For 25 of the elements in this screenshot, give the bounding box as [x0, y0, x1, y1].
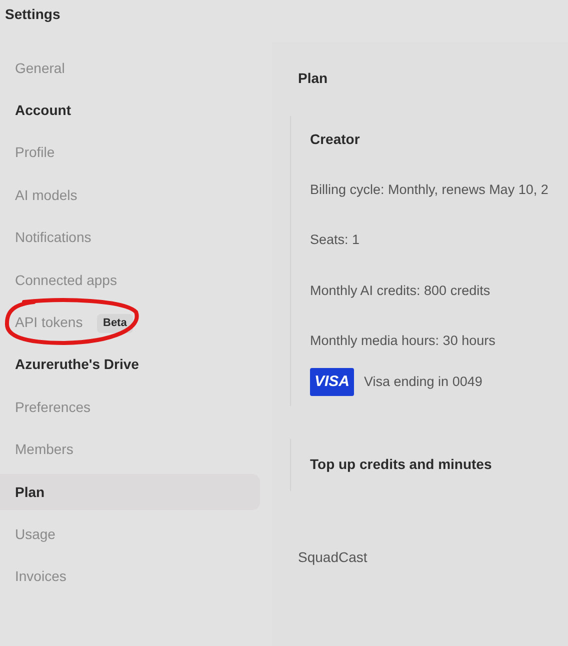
- sidebar-item[interactable]: Plan: [0, 474, 260, 510]
- sidebar-item[interactable]: Invoices: [0, 558, 70, 595]
- sidebar-item[interactable]: AI models: [0, 177, 82, 214]
- topup-title: Top up credits and minutes: [310, 456, 492, 472]
- plan-name: Creator: [310, 130, 361, 149]
- plan-detail: Monthly AI credits: 800 credits: [310, 282, 492, 300]
- section-heading: Azureruthe's Drive: [15, 355, 139, 374]
- page-title: Plan: [298, 69, 329, 88]
- beta-badge: Beta: [97, 314, 133, 333]
- sidebar-item[interactable]: General: [0, 50, 69, 86]
- window-title: Settings: [5, 6, 60, 22]
- payment-card-label: Visa ending in 0049: [364, 372, 482, 391]
- footer-brand: SquadCast: [298, 548, 368, 567]
- sidebar-item[interactable]: Usage: [0, 516, 60, 552]
- sidebar-item[interactable]: Preferences: [0, 389, 94, 426]
- section-heading: Account: [15, 101, 71, 120]
- visa-logo-icon: VISA: [310, 368, 354, 396]
- sidebar-item[interactable]: Notifications: [0, 220, 96, 256]
- sidebar-item[interactable]: Members: [0, 432, 78, 468]
- sidebar-item[interactable]: Connected apps: [0, 262, 121, 298]
- sidebar-item[interactable]: API tokens: [0, 304, 87, 341]
- plan-detail: Seats: 1: [310, 231, 361, 250]
- plan-detail: Billing cycle: Monthly, renews May 10, 2: [310, 181, 550, 199]
- plan-detail: Monthly media hours: 30 hours: [310, 332, 496, 350]
- sidebar-item[interactable]: Profile: [0, 134, 59, 171]
